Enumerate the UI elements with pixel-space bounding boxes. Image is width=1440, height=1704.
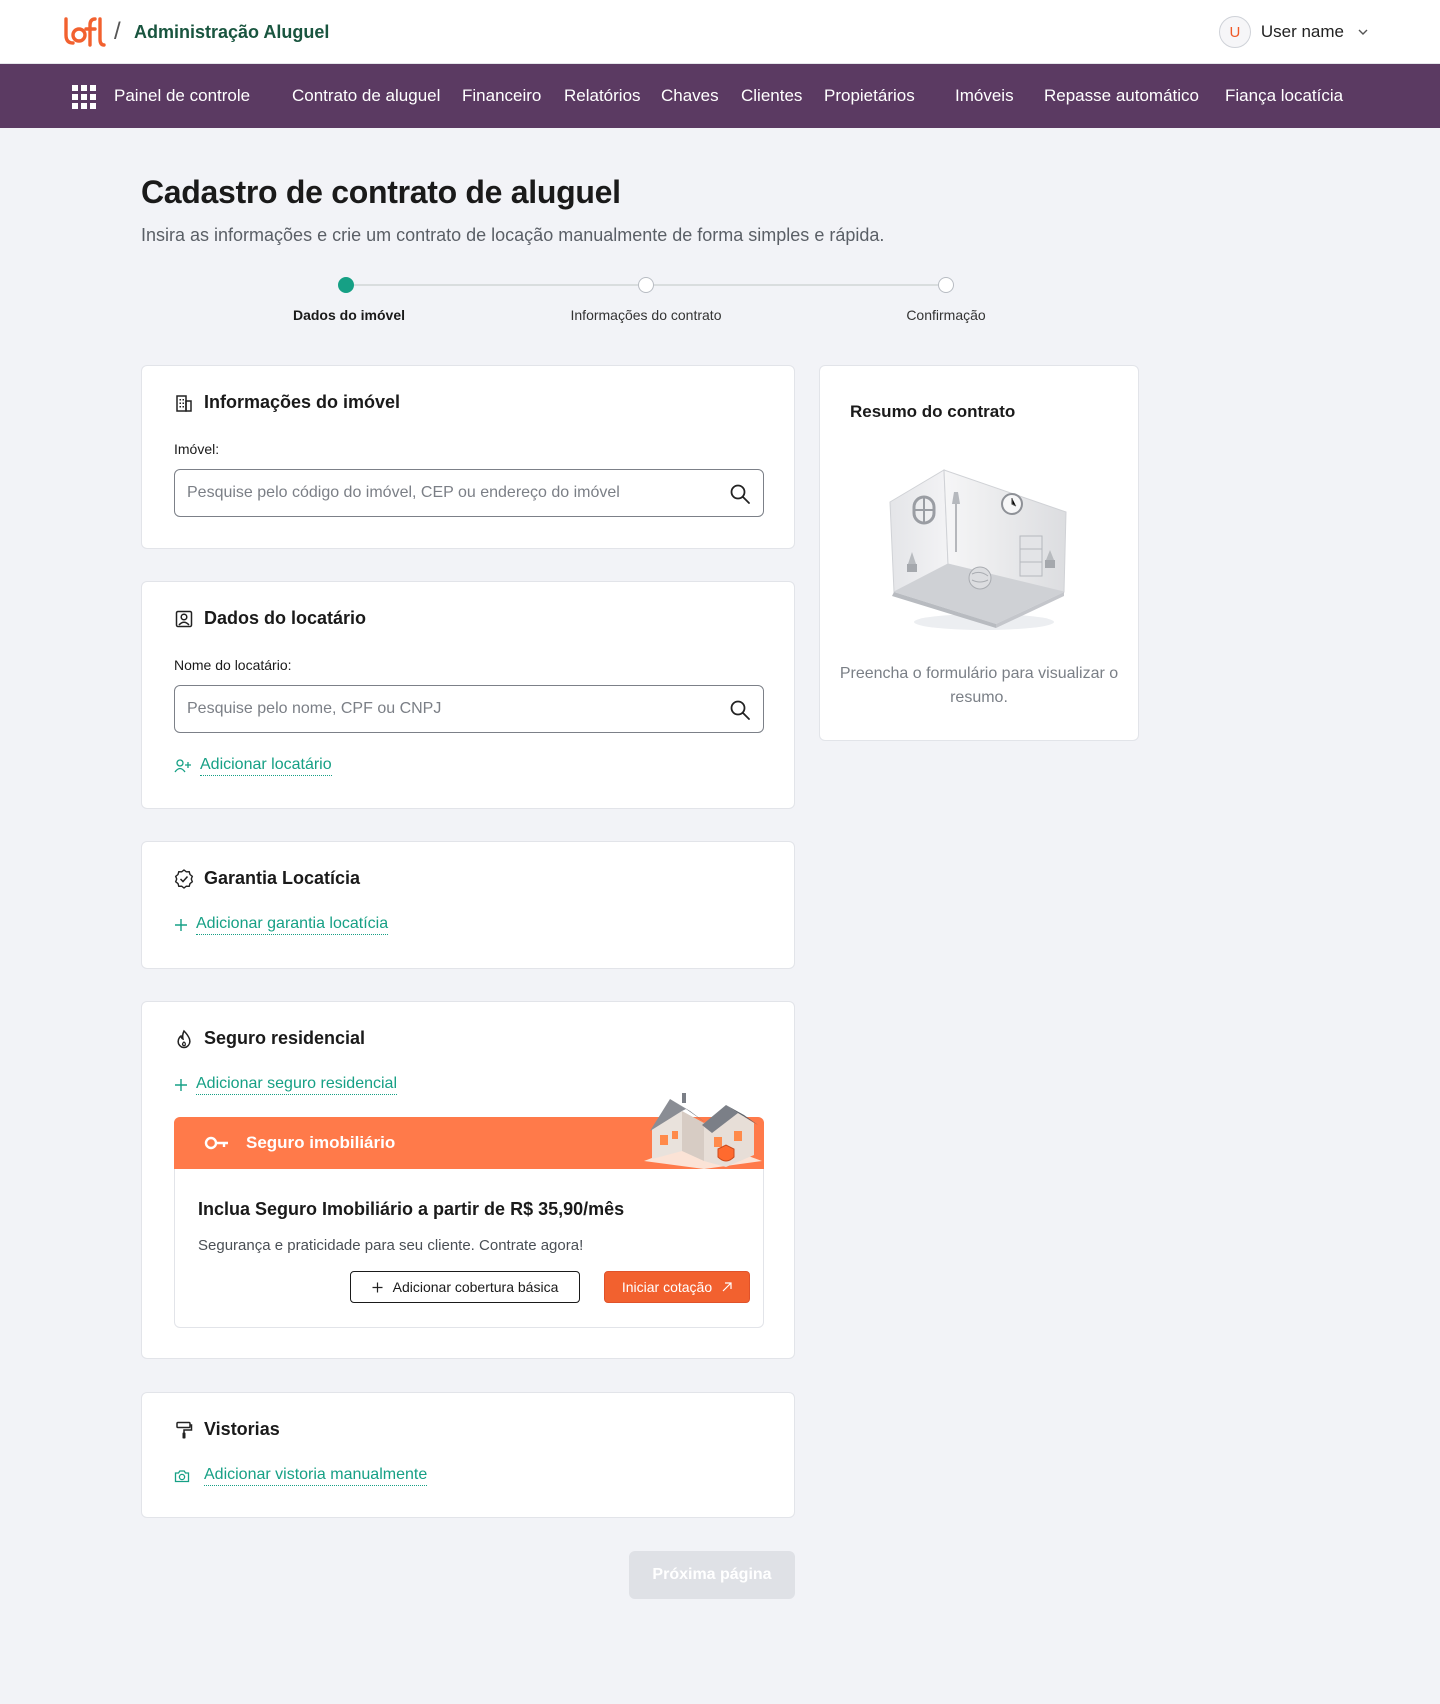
top-bar: / Administração Aluguel U User name — [0, 0, 1440, 64]
step-label-1: Dados do imóvel — [292, 307, 406, 323]
nav-item-clientes[interactable]: Clientes — [741, 86, 802, 106]
plus-icon — [372, 1282, 383, 1292]
tenant-search-input[interactable] — [187, 686, 727, 732]
camera-icon — [174, 1470, 190, 1483]
empty-room-illustration — [889, 469, 1067, 630]
nav-item-contrato[interactable]: Contrato de aluguel — [292, 86, 440, 106]
inspection-card: Vistorias Adicionar vistoria manualmente — [141, 1392, 795, 1518]
add-guarantee-link[interactable]: Adicionar garantia locatícia — [174, 915, 389, 935]
page-title: Cadastro de contrato de aluguel — [141, 174, 621, 210]
summary-title: Resumo do contrato — [850, 402, 1016, 421]
building-icon — [176, 394, 192, 412]
property-search-input[interactable] — [187, 470, 727, 516]
insurance-card-header: Seguro residencial — [174, 1028, 365, 1049]
step-dot-3 — [938, 277, 954, 293]
promo-banner: Seguro imobiliário — [174, 1093, 764, 1169]
search-icon[interactable] — [729, 699, 751, 721]
add-tenant-label: Adicionar locatário — [200, 756, 332, 776]
avatar: U — [1218, 16, 1251, 48]
arrow-up-right-icon — [722, 1282, 732, 1292]
tenant-card-title: Dados do locatário — [204, 608, 367, 628]
start-quote-button[interactable]: Iniciar cotação — [604, 1271, 750, 1303]
nav-item-financeiro[interactable]: Financeiro — [462, 86, 541, 106]
apps-grid-icon[interactable] — [72, 85, 96, 109]
step-dot-2 — [638, 277, 654, 293]
nav-item-fianca[interactable]: Fiança locatícia — [1225, 86, 1343, 106]
add-basic-coverage-button[interactable]: Adicionar cobertura básica — [350, 1271, 580, 1303]
guarantee-card-header: Garantia Locatícia — [174, 868, 360, 889]
verified-badge-icon — [174, 868, 194, 889]
nav-item-repasse[interactable]: Repasse automático — [1044, 86, 1199, 106]
stepper-line — [354, 284, 638, 286]
nav-item-imoveis[interactable]: Imóveis — [955, 86, 1014, 106]
add-insurance-link[interactable]: Adicionar seguro residencial — [174, 1075, 397, 1095]
tenant-card: Dados do locatário Nome do locatário: Ad… — [141, 581, 795, 809]
plus-icon — [175, 919, 187, 931]
insurance-card-title: Seguro residencial — [204, 1028, 366, 1048]
stepper-line — [654, 284, 938, 286]
houses-illustration — [644, 1093, 762, 1169]
property-search-box — [174, 469, 764, 517]
paint-roller-icon — [176, 1421, 193, 1438]
promo-headline: Inclua Seguro Imobiliário a partir de R$… — [198, 1199, 625, 1219]
tenant-search-box — [174, 685, 764, 733]
start-quote-label: Iniciar cotação — [621, 1279, 713, 1295]
user-menu[interactable]: U User name — [1218, 16, 1368, 48]
property-card-title: Informações do imóvel — [204, 392, 401, 412]
add-inspection-link[interactable]: Adicionar vistoria manualmente — [174, 1466, 428, 1486]
nav-item-proprietarios[interactable]: Propietários — [824, 86, 915, 106]
summary-card: Resumo do contrato Preencha o formulário… — [819, 365, 1139, 741]
step-label-2: Informações do contrato — [570, 307, 722, 323]
inspection-card-header: Vistorias — [174, 1419, 280, 1440]
chevron-down-icon — [1358, 29, 1368, 35]
insurance-card: Seguro residencial Adicionar seguro resi… — [141, 1001, 795, 1359]
add-basic-coverage-label: Adicionar cobertura básica — [392, 1279, 559, 1295]
main-nav: Painel de controle Contrato de aluguel F… — [0, 64, 1440, 128]
property-field-label: Imóvel: — [174, 441, 220, 457]
guarantee-card: Garantia Locatícia Adicionar garantia lo… — [141, 841, 795, 969]
add-tenant-link[interactable]: Adicionar locatário — [174, 756, 332, 776]
search-icon[interactable] — [729, 483, 751, 505]
next-page-button[interactable]: Próxima página — [629, 1551, 795, 1599]
nav-item-painel[interactable]: Painel de controle — [114, 86, 250, 106]
guarantee-card-title: Garantia Locatícia — [204, 868, 361, 888]
title-separator: / — [114, 18, 121, 45]
property-card: Informações do imóvel Imóvel: — [141, 365, 795, 549]
promo-banner-title: Seguro imobiliário — [246, 1133, 396, 1152]
add-person-icon — [174, 759, 191, 773]
add-inspection-label: Adicionar vistoria manualmente — [204, 1466, 428, 1486]
add-insurance-label: Adicionar seguro residencial — [196, 1075, 397, 1095]
add-guarantee-label: Adicionar garantia locatícia — [196, 915, 389, 935]
promo-subtitle: Segurança e praticidade para seu cliente… — [198, 1237, 584, 1254]
insurance-promo: Seguro imobiliário Inclua Seguro Imobili… — [174, 1093, 764, 1328]
nav-item-chaves[interactable]: Chaves — [661, 86, 719, 106]
user-name: User name — [1260, 22, 1344, 41]
fire-icon — [177, 1029, 191, 1048]
tenant-field-label: Nome do locatário: — [174, 657, 292, 673]
nav-item-relatorios[interactable]: Relatórios — [564, 86, 641, 106]
id-card-icon — [175, 610, 193, 627]
plus-icon — [175, 1079, 187, 1091]
property-card-header: Informações do imóvel — [174, 392, 400, 413]
key-icon — [204, 1136, 228, 1150]
step-label-3: Confirmação — [906, 307, 986, 323]
step-dot-1 — [338, 277, 354, 293]
summary-empty-text: Preencha o formulário para visualizar o … — [839, 665, 1119, 706]
tenant-card-header: Dados do locatário — [174, 608, 366, 629]
loft-logo[interactable] — [62, 15, 106, 49]
page-subtitle: Insira as informações e crie um contrato… — [141, 225, 885, 245]
app-title: Administração Aluguel — [134, 22, 330, 42]
inspection-card-title: Vistorias — [204, 1419, 280, 1439]
